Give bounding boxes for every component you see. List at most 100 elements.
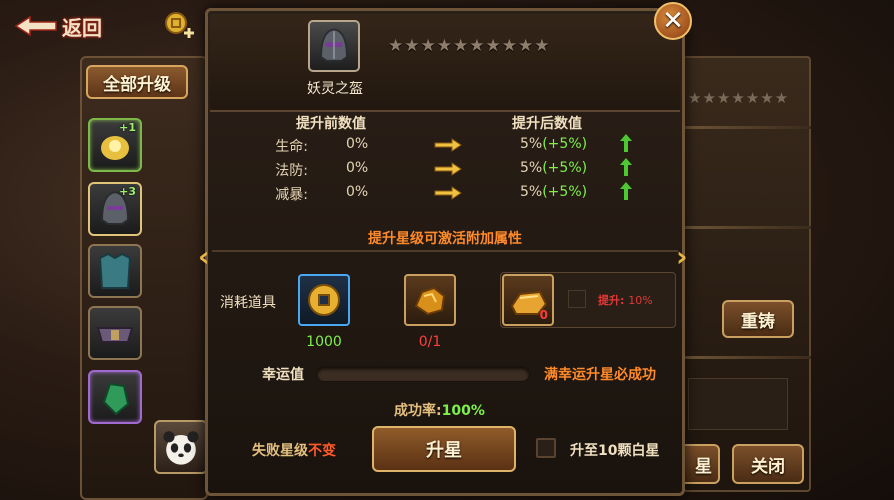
equipment-slot-belt[interactable]	[88, 306, 142, 360]
green-gem-icon	[102, 382, 130, 416]
item-name: 妖灵之盔	[307, 81, 363, 97]
protect-rate-text: 提升: 10%	[598, 292, 653, 308]
close-icon: ✕	[662, 6, 684, 36]
pet-slot[interactable]	[154, 420, 208, 474]
consume-label: 消耗道具	[220, 295, 276, 311]
stat-label: 法防:	[275, 163, 308, 179]
upgrade-all-button[interactable]: 全部升级	[86, 65, 188, 99]
protect-rate-value: 10%	[628, 294, 653, 307]
star-icon: ★	[745, 89, 760, 107]
star-icon: ★	[760, 89, 774, 107]
back-button[interactable]: 返回	[14, 8, 122, 44]
divider	[683, 226, 811, 229]
upgrade-to-ten-checkbox[interactable]	[536, 438, 556, 458]
back-arrow-icon	[14, 15, 58, 37]
upgrade-to-ten-label: 升至10颗白星	[570, 443, 660, 459]
up-arrow-icon	[620, 158, 632, 176]
helmet-icon	[320, 28, 348, 62]
equipment-slot-armor[interactable]	[88, 244, 142, 298]
slot-bonus-badge: +1	[119, 121, 136, 134]
star-icon: ★	[453, 36, 469, 56]
success-rate-value: 100%	[441, 403, 485, 419]
belt-icon	[96, 327, 134, 343]
fail-notice-text: 失败星级	[252, 443, 308, 459]
armor-icon	[98, 252, 132, 289]
stat-before-value: 0%	[346, 184, 369, 200]
luck-hint: 满幸运升星必成功	[544, 367, 656, 383]
upgrade-star-button[interactable]: 升星	[372, 426, 516, 472]
panda-icon	[163, 431, 199, 465]
dialog-header	[210, 14, 680, 112]
stat-after-value: 5%(+5%)	[520, 136, 587, 152]
gold-ore-icon	[414, 286, 446, 316]
star-icon: ★	[716, 89, 731, 107]
success-rate: 成功率:100%	[394, 400, 485, 420]
success-rate-label: 成功率:	[394, 403, 442, 419]
activate-hint: 提升星级可激活附加属性	[368, 231, 522, 247]
divider	[683, 126, 811, 129]
star-icon: ★	[436, 36, 452, 56]
stat-bonus: (+5%)	[542, 184, 588, 200]
stat-bonus: (+5%)	[542, 136, 588, 152]
stat-label: 减暴:	[275, 187, 308, 203]
stat-after-value: 5%(+5%)	[520, 184, 587, 200]
star-icon: ★	[501, 36, 517, 56]
star-icon: ★	[404, 36, 420, 56]
equipment-slot-helmet[interactable]: +3	[88, 182, 142, 236]
detail-slot-box	[688, 378, 788, 430]
right-arrow-icon	[434, 162, 462, 176]
up-arrow-icon	[620, 134, 632, 152]
material-count: 0/1	[418, 334, 442, 350]
material-count: 1000	[306, 334, 342, 350]
stat-after-value: 5%(+5%)	[520, 160, 587, 176]
star-icon: ★	[518, 36, 534, 56]
material-slot-coin[interactable]	[298, 274, 350, 326]
luck-progress-bar	[316, 366, 530, 382]
fail-notice: 失败星级不变	[252, 440, 336, 460]
add-currency-icon[interactable]	[162, 10, 198, 40]
prev-item-arrow-icon[interactable]: ‹	[198, 240, 210, 273]
divider	[683, 356, 811, 359]
stat-bonus: (+5%)	[542, 160, 588, 176]
fail-notice-warning: 不变	[308, 443, 336, 459]
protect-rate-label: 提升:	[598, 294, 625, 307]
slot-bonus-badge: +3	[119, 185, 136, 198]
up-arrow-icon	[620, 182, 632, 200]
divider	[212, 250, 678, 252]
right-arrow-icon	[434, 138, 462, 152]
star-icon: ★	[774, 89, 789, 107]
back-label: 返回	[62, 15, 102, 40]
star-icon: ★	[388, 36, 404, 56]
after-header: 提升后数值	[512, 116, 582, 132]
close-button[interactable]: 关闭	[732, 444, 804, 484]
close-dialog-button[interactable]: ✕	[654, 2, 692, 40]
item-icon	[308, 20, 360, 72]
stat-label: 生命:	[275, 139, 308, 155]
material-slot-ore[interactable]	[404, 274, 456, 326]
star-icon: ★	[534, 36, 550, 56]
star-icon: ★	[702, 89, 716, 107]
star-icon: ★	[469, 36, 485, 56]
stat-after-number: 5%	[520, 184, 543, 200]
right-arrow-icon	[434, 186, 462, 200]
detail-star-row: ★ ★ ★ ★ ★ ★ ★	[688, 88, 800, 108]
star-icon: ★	[731, 89, 745, 107]
star-icon: ★	[688, 89, 702, 107]
stat-before-value: 0%	[346, 136, 369, 152]
protect-item-checkbox[interactable]	[568, 290, 586, 308]
star-icon: ★	[485, 36, 501, 56]
stat-after-number: 5%	[520, 136, 543, 152]
equipment-slot-amulet[interactable]: +1	[88, 118, 142, 172]
star-rating: ★ ★ ★ ★ ★ ★ ★ ★ ★ ★	[388, 36, 550, 56]
protect-item-slot[interactable]: 0	[502, 274, 554, 326]
equipment-slot-gem[interactable]	[88, 370, 142, 424]
luck-label: 幸运值	[262, 367, 304, 383]
stat-after-number: 5%	[520, 160, 543, 176]
star-icon: ★	[420, 36, 436, 56]
stat-before-value: 0%	[346, 160, 369, 176]
protect-item-count: 0	[539, 308, 548, 322]
before-header: 提升前数值	[296, 116, 366, 132]
next-item-arrow-icon[interactable]: ›	[676, 240, 688, 273]
recast-button[interactable]: 重铸	[722, 300, 794, 338]
copper-coin-icon	[308, 284, 340, 316]
